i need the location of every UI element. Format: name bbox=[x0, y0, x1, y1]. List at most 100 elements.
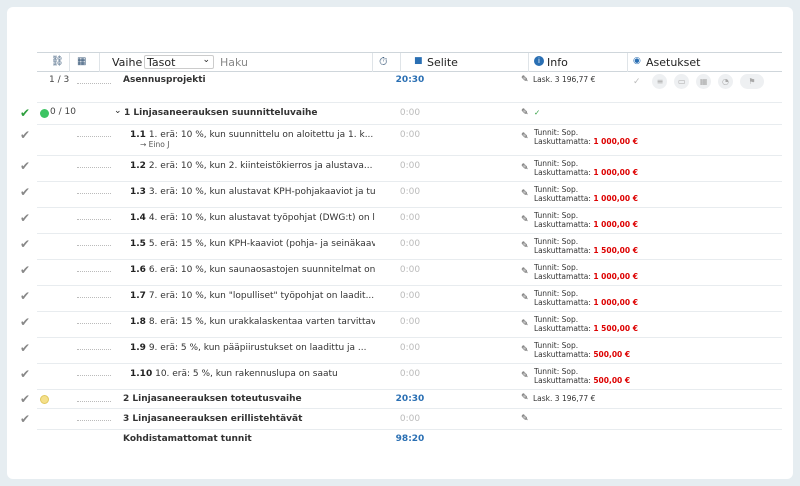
chevron-down-icon[interactable]: ⌄ bbox=[114, 106, 122, 116]
user-flag-icon[interactable]: ⚑ bbox=[739, 74, 764, 89]
check-icon[interactable]: ✔ bbox=[20, 237, 30, 251]
task-time: 0:00 bbox=[399, 317, 421, 327]
comment-action-icon[interactable]: ▭ bbox=[674, 74, 690, 89]
unbilled-amount: 1 000,00 € bbox=[593, 168, 638, 177]
task-number: 1.6 bbox=[130, 265, 146, 275]
date-placeholder bbox=[77, 367, 111, 376]
edit-pen-icon[interactable]: ✎ bbox=[521, 414, 529, 424]
date-placeholder bbox=[77, 341, 111, 350]
hours-mode: Tunnit: Sop. bbox=[534, 263, 579, 272]
task-row[interactable]: ✔ 1.6 6. erä: 10 %, kun saunaosastojen su… bbox=[20, 260, 782, 286]
level-select-value: Tasot bbox=[147, 56, 176, 69]
task-text: 6. erä: 10 %, kun saunaosastojen suunnit… bbox=[148, 265, 375, 275]
check-icon[interactable]: ✔ bbox=[20, 315, 30, 329]
phase-time: 0:00 bbox=[399, 108, 421, 118]
edit-pen-icon[interactable]: ✎ bbox=[521, 345, 529, 355]
unbilled-label: Laskuttamatta: bbox=[534, 324, 591, 333]
edit-pen-icon[interactable]: ✎ bbox=[521, 189, 529, 199]
phase-row[interactable]: ✔ 3 Linjasaneerauksen erillistehtävät 0:… bbox=[20, 409, 782, 430]
edit-pen-icon[interactable]: ✎ bbox=[521, 393, 529, 403]
comment-icon: ■ bbox=[414, 56, 423, 66]
check-icon[interactable]: ✔ bbox=[20, 289, 30, 303]
check-icon[interactable]: ✔ bbox=[20, 185, 30, 199]
task-assignee: → Eino J bbox=[140, 140, 170, 149]
task-time: 0:00 bbox=[399, 239, 421, 249]
edit-pen-icon[interactable]: ✎ bbox=[521, 371, 529, 381]
edit-pen-icon[interactable]: ✎ bbox=[521, 293, 529, 303]
phase-row[interactable]: ✔ 0 / 10 ⌄ 1 Linjasaneerauksen suunnitte… bbox=[20, 103, 782, 125]
search-input[interactable]: Haku bbox=[220, 56, 370, 69]
check-icon[interactable]: ✔ bbox=[20, 392, 30, 406]
task-row[interactable]: ✔ 1.7 7. erä: 10 %, kun "lopulliset" työp… bbox=[20, 286, 782, 312]
project-row[interactable]: 1 / 3 Asennusprojekti 20:30 ✎ Lask. 3 19… bbox=[37, 72, 782, 103]
date-placeholder bbox=[77, 393, 111, 402]
list-icon[interactable]: ≡ bbox=[652, 74, 668, 89]
hierarchy-icon[interactable]: ⛓ bbox=[51, 56, 64, 67]
task-text: 2. erä: 10 %, kun 2. kiinteistökierros j… bbox=[148, 161, 373, 171]
task-text: 8. erä: 15 %, kun urakkalaskentaa varten… bbox=[148, 317, 375, 327]
task-time: 0:00 bbox=[399, 369, 421, 379]
phase-time: 20:30 bbox=[395, 394, 425, 404]
task-text: 7. erä: 10 %, kun "lopulliset" työpohjat… bbox=[148, 291, 375, 301]
phase-name: 1 Linjasaneerauksen suunnitteluvaihe bbox=[124, 108, 318, 118]
edit-pen-icon[interactable]: ✎ bbox=[521, 108, 529, 118]
phase-row[interactable]: ✔ 2 Linjasaneerauksen toteutusvaihe 20:3… bbox=[20, 390, 782, 409]
task-number: 1.1 bbox=[130, 130, 146, 140]
task-title: 1.8 8. erä: 15 %, kun urakkalaskentaa va… bbox=[130, 317, 375, 327]
main-card: ⛓ ▦ Vaihe Tasot ⌄ Haku ⏱ ■ Selite i Info… bbox=[7, 7, 793, 479]
edit-pen-icon[interactable]: ✎ bbox=[521, 241, 529, 251]
calendar-icon[interactable]: ▦ bbox=[77, 56, 86, 67]
edit-pen-icon[interactable]: ✎ bbox=[521, 75, 529, 85]
check-icon[interactable]: ✔ bbox=[20, 159, 30, 173]
check-icon[interactable]: ✔ bbox=[20, 367, 30, 381]
task-info: Tunnit: Sop. Laskuttamatta: 1 000,00 € bbox=[534, 128, 638, 146]
task-row[interactable]: ✔ 1.5 5. erä: 15 %, kun KPH-kaaviot (pohj… bbox=[20, 234, 782, 260]
date-placeholder bbox=[77, 263, 111, 272]
date-placeholder bbox=[77, 159, 111, 168]
task-row[interactable]: ✔ 1.4 4. erä: 10 %, kun alustavat työpohj… bbox=[20, 208, 782, 234]
calendar-action-icon[interactable]: ▦ bbox=[696, 74, 712, 89]
unbilled-label: Laskuttamatta: bbox=[534, 272, 591, 281]
task-text: 3. erä: 10 %, kun alustavat KPH-pohjakaa… bbox=[148, 187, 375, 197]
date-placeholder bbox=[77, 237, 111, 246]
edit-pen-icon[interactable]: ✎ bbox=[521, 319, 529, 329]
check-icon[interactable]: ✓ bbox=[633, 77, 641, 87]
level-select[interactable]: Tasot ⌄ bbox=[144, 55, 214, 69]
task-info: Tunnit: Sop. Laskuttamatta: 1 500,00 € bbox=[534, 315, 638, 333]
check-icon[interactable]: ✔ bbox=[20, 106, 30, 120]
task-info: Tunnit: Sop. Laskuttamatta: 500,00 € bbox=[534, 367, 630, 385]
unbilled-label: Laskuttamatta: bbox=[534, 376, 591, 385]
task-info: Tunnit: Sop. Laskuttamatta: 1 500,00 € bbox=[534, 237, 638, 255]
task-text: 5. erä: 15 %, kun KPH-kaaviot (pohja- ja… bbox=[148, 239, 375, 249]
unassigned-label: Kohdistamattomat tunnit bbox=[123, 434, 252, 444]
task-row[interactable]: ✔ 1.8 8. erä: 15 %, kun urakkalaskentaa v… bbox=[20, 312, 782, 338]
task-time: 0:00 bbox=[399, 130, 421, 140]
task-row[interactable]: ✔ 1.1 1. erä: 10 %, kun suunnittelu on al… bbox=[20, 125, 782, 156]
task-row[interactable]: ✔ 1.2 2. erä: 10 %, kun 2. kiinteistökier… bbox=[20, 156, 782, 182]
status-dot-yellow bbox=[40, 395, 49, 404]
unassigned-time: 98:20 bbox=[395, 434, 425, 444]
task-number: 1.9 bbox=[130, 343, 146, 353]
unbilled-amount: 1 000,00 € bbox=[593, 194, 638, 203]
date-placeholder bbox=[77, 412, 111, 421]
date-placeholder bbox=[77, 185, 111, 194]
edit-pen-icon[interactable]: ✎ bbox=[521, 132, 529, 142]
check-icon[interactable]: ✔ bbox=[20, 128, 30, 142]
check-icon[interactable]: ✔ bbox=[20, 412, 30, 426]
task-row[interactable]: ✔ 1.10 10. erä: 5 %, kun rakennuslupa on … bbox=[20, 364, 782, 390]
edit-pen-icon[interactable]: ✎ bbox=[521, 163, 529, 173]
check-icon[interactable]: ✔ bbox=[20, 263, 30, 277]
hours-mode: Tunnit: Sop. bbox=[534, 315, 579, 324]
edit-pen-icon[interactable]: ✎ bbox=[521, 215, 529, 225]
check-icon[interactable]: ✔ bbox=[20, 341, 30, 355]
check-icon[interactable]: ✔ bbox=[20, 211, 30, 225]
task-row[interactable]: ✔ 1.9 9. erä: 5 %, kun pääpiirustukset on… bbox=[20, 338, 782, 364]
unbilled-label: Laskuttamatta: bbox=[534, 194, 591, 203]
project-count: 1 / 3 bbox=[49, 75, 70, 85]
edit-pen-icon[interactable]: ✎ bbox=[521, 267, 529, 277]
task-row[interactable]: ✔ 1.3 3. erä: 10 %, kun alustavat KPH-poh… bbox=[20, 182, 782, 208]
grid-header: ⛓ ▦ Vaihe Tasot ⌄ Haku ⏱ ■ Selite i Info… bbox=[37, 52, 782, 72]
pie-icon[interactable]: ◔ bbox=[718, 74, 734, 89]
task-title: 1.4 4. erä: 10 %, kun alustavat työpohja… bbox=[130, 213, 375, 223]
task-info: Tunnit: Sop. Laskuttamatta: 1 000,00 € bbox=[534, 289, 638, 307]
